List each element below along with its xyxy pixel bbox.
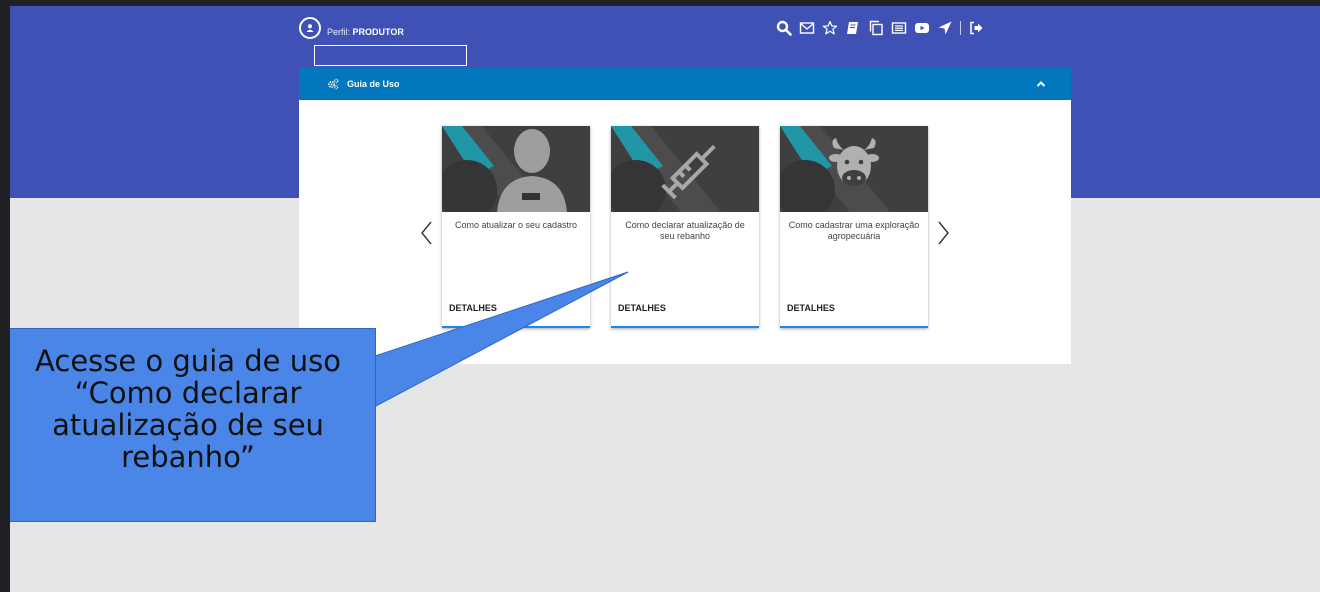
callout-line: atualização de seu	[52, 408, 324, 442]
top-toolbar	[775, 19, 985, 37]
search-icon[interactable]	[775, 19, 793, 37]
star-icon[interactable]	[821, 19, 839, 37]
details-link[interactable]: DETALHES	[449, 303, 497, 313]
location-arrow-icon[interactable]	[936, 19, 954, 37]
details-link[interactable]: DETALHES	[787, 303, 835, 313]
card-description: Como declarar atualização de seu rebanho	[625, 220, 745, 241]
guide-card[interactable]: Como declarar atualização de seu rebanho…	[611, 126, 759, 328]
guia-de-uso-panel: Guia de Uso Como atualizar o seu cadastr…	[299, 67, 1071, 364]
profile-select-field[interactable]	[314, 45, 467, 66]
callout-box: Acesse o guia de uso “Como declarar atua…	[10, 328, 376, 522]
syringe-icon	[611, 126, 759, 212]
user-avatar-icon[interactable]	[299, 17, 321, 39]
book-icon[interactable]	[844, 19, 862, 37]
guide-card[interactable]: Como atualizar o seu cadastro DETALHES	[442, 126, 590, 328]
card-description: Como cadastrar uma exploração agropecuár…	[788, 220, 920, 241]
callout-line: Acesse o guia de uso	[35, 344, 341, 378]
guide-card[interactable]: Como cadastrar uma exploração agropecuár…	[780, 126, 928, 328]
carousel-prev-icon[interactable]	[419, 220, 435, 246]
youtube-icon[interactable]	[913, 19, 931, 37]
app-frame: Perfil: PRODUTOR Guia de Uso Como atuali…	[10, 6, 1320, 592]
callout-line: rebanho”	[121, 440, 255, 474]
details-link[interactable]: DETALHES	[618, 303, 666, 313]
panel-header[interactable]: Guia de Uso	[299, 67, 1071, 100]
cow-icon	[780, 126, 928, 212]
envelope-icon[interactable]	[798, 19, 816, 37]
gears-icon	[328, 78, 339, 89]
list-icon[interactable]	[890, 19, 908, 37]
toolbar-divider	[960, 21, 961, 35]
perfil-text: Perfil: PRODUTOR	[327, 27, 404, 37]
chevron-up-icon[interactable]	[1035, 78, 1047, 90]
perfil-value: PRODUTOR	[352, 27, 404, 37]
panel-title: Guia de Uso	[347, 78, 400, 89]
card-description: Como atualizar o seu cadastro	[454, 220, 578, 230]
person-silhouette-icon	[442, 126, 590, 212]
copy-icon[interactable]	[867, 19, 885, 37]
sign-out-icon[interactable]	[967, 19, 985, 37]
perfil-label: Perfil:	[327, 27, 351, 37]
profile-info: Perfil: PRODUTOR	[299, 17, 404, 39]
callout-line: “Como declarar	[74, 376, 302, 410]
carousel-next-icon[interactable]	[935, 220, 951, 246]
